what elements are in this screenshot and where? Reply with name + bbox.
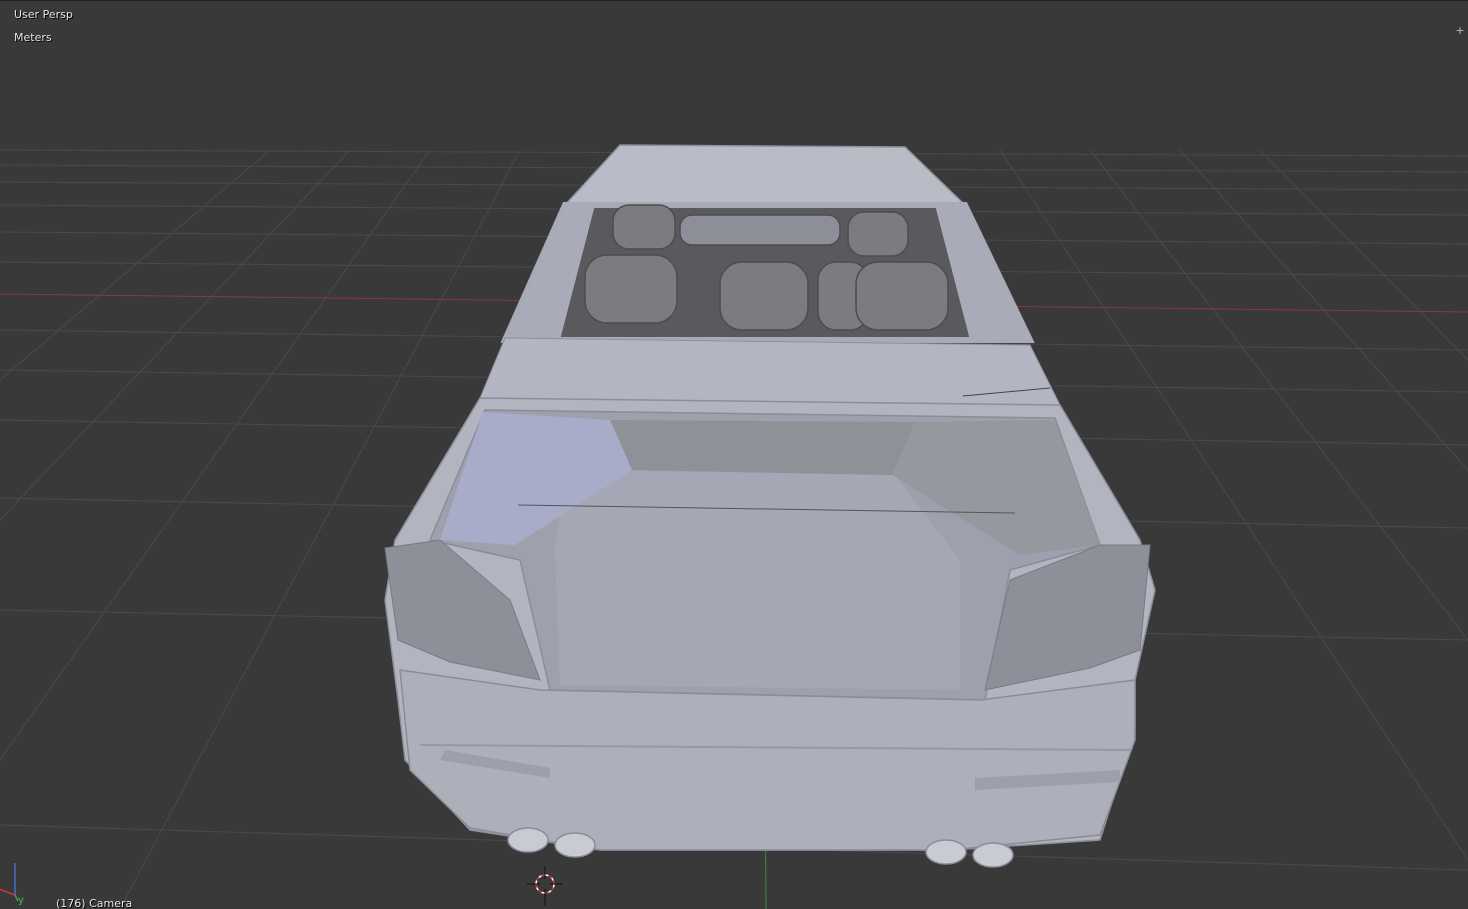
view-name-label: User Persp	[14, 8, 73, 21]
units-label: Meters	[14, 31, 52, 44]
frame-info-label: (176) Camera	[56, 897, 133, 909]
car-trunk-floor	[555, 470, 960, 690]
car-rear-bumper	[399, 669, 1136, 851]
3d-viewport[interactable]: y User Persp Meters (176) Camera +	[0, 0, 1468, 909]
car-trunk-back-wall	[610, 420, 915, 475]
car-roof	[563, 144, 967, 206]
axis-gizmo-icon: y	[0, 863, 24, 906]
car-seats	[584, 204, 949, 331]
viewport-scene[interactable]: y	[0, 0, 1468, 909]
3d-cursor-icon[interactable]	[527, 866, 563, 906]
car-model[interactable]	[384, 144, 1156, 868]
plus-icon[interactable]: +	[1454, 24, 1466, 38]
axis-gizmo-y-label: y	[18, 895, 24, 906]
